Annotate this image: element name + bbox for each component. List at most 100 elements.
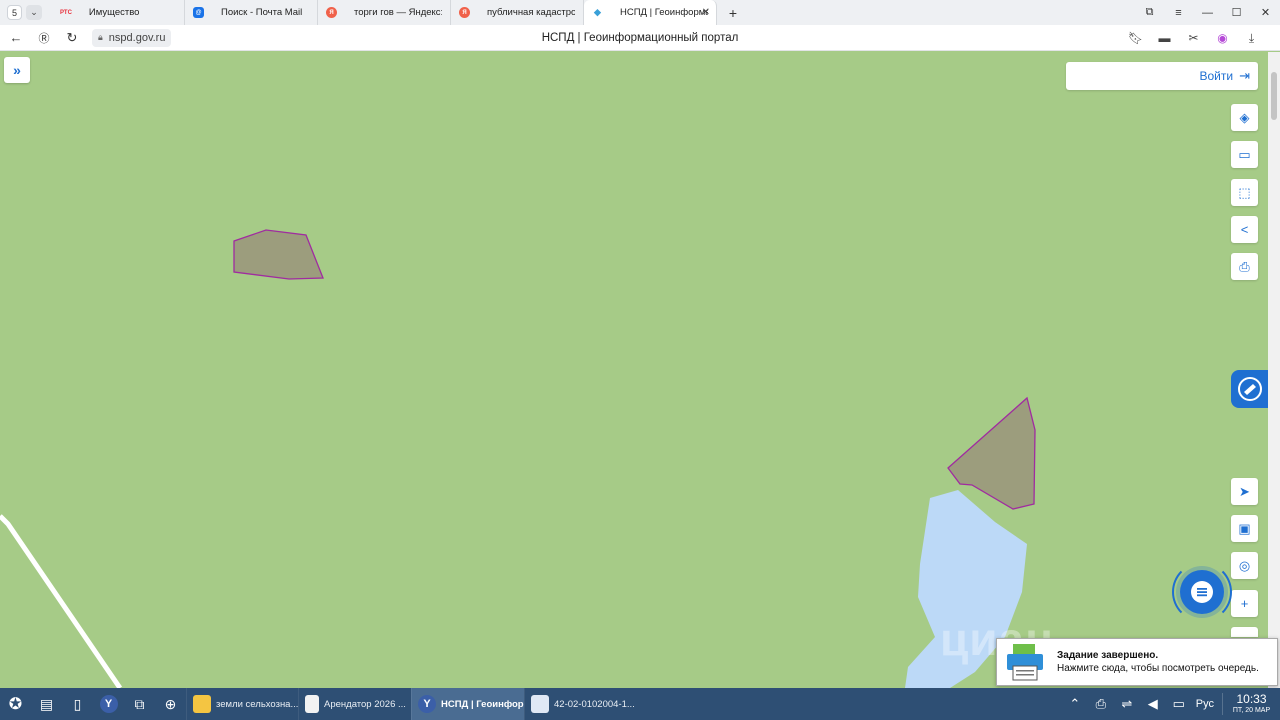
nspd-favicon-icon: ◆ (594, 7, 601, 17)
reload-icon[interactable]: ↻ (58, 25, 86, 51)
new-tab-icon[interactable]: + (723, 3, 743, 23)
back-icon[interactable]: ← (2, 25, 30, 51)
yandex-favicon-icon: Я (326, 7, 337, 18)
network-settings-icon[interactable]: ⊕ (155, 688, 186, 720)
clock[interactable]: 10:33 ПТ, 20 МАР (1222, 693, 1280, 715)
alice-icon[interactable]: ◉ (1208, 31, 1237, 45)
task-label: НСПД | Геоинфор... (441, 698, 524, 710)
pin-search-icon: ◎ (1238, 557, 1251, 573)
url-field[interactable]: 🔒︎ nspd.gov.ru (92, 28, 172, 47)
side-panel-tab[interactable] (1231, 370, 1268, 408)
land-parcel-1 (233, 229, 324, 280)
notification-title: Задание завершено. (1057, 650, 1159, 661)
notepad-icon[interactable]: ▯ (62, 688, 93, 720)
map-canvas[interactable]: циан (0, 52, 1268, 688)
share-button[interactable]: < (1231, 216, 1258, 243)
tab-label: публичная кадастровая (487, 7, 575, 18)
yandex-protect-icon[interactable]: Ⓡ (30, 25, 58, 51)
file-manager-icon[interactable]: ▤ (31, 688, 62, 720)
address-bar: ← Ⓡ ↻ 🔒︎ nspd.gov.ru НСПД | Геоинформаци… (0, 25, 1280, 51)
tab-yandex-torgi[interactable]: Я торги гов — Яндекс: нашлось (318, 0, 451, 25)
clock-date: ПТ, 20 МАР (1232, 707, 1271, 714)
tab-yandex-cadastral[interactable]: Я публичная кадастровая (451, 0, 584, 25)
folder-icon (193, 695, 211, 713)
close-window-icon[interactable]: ✕ (1251, 0, 1280, 25)
downloads-icon[interactable]: ⤓ (1237, 31, 1266, 46)
reader-mode-icon[interactable]: ▬ (1150, 31, 1179, 45)
page-scrollbar[interactable] (1268, 52, 1280, 688)
yandex-browser-icon: Y (418, 695, 436, 713)
document-icon (305, 695, 319, 713)
navigation-arrow-icon: ➤ (1239, 483, 1250, 499)
taskbar-task-image[interactable]: 42-02-0102004-1... (524, 688, 637, 720)
yandex-browser-icon[interactable]: Y (93, 688, 124, 720)
road-line (0, 514, 123, 688)
tab-label: НСПД | Геоинформационный (620, 7, 708, 18)
system-tray: ⌃ ⎙ ⇌ ◀ ▭ Рус 10:33 ПТ, 20 МАР (1062, 688, 1280, 720)
language-indicator[interactable]: Рус (1196, 698, 1214, 710)
tab-counter[interactable]: 5 (7, 5, 22, 20)
tab-nspd[interactable]: ◆ НСПД | Геоинформационный ✕ (584, 0, 717, 25)
task-label: Арендатор 2026 ... (324, 698, 406, 710)
bookmark-icon[interactable]: 🔖︎ (1121, 31, 1150, 45)
start-menu-icon[interactable]: ✪ (0, 688, 31, 720)
tab-property[interactable]: РТС Имущество (52, 0, 185, 25)
tab-manager-icon[interactable]: ⧉ (1135, 0, 1164, 25)
feedback-icon (1237, 377, 1262, 401)
location-search-button[interactable]: ◎ (1231, 552, 1258, 579)
expand-panel-button[interactable]: » (4, 57, 30, 83)
chat-icon (1191, 581, 1213, 603)
login-icon: ⇥ (1239, 68, 1250, 83)
chat-button[interactable] (1180, 570, 1224, 614)
map-terrain (0, 229, 1036, 688)
scrollbar-thumb[interactable] (1271, 72, 1277, 120)
tab-label: торги гов — Яндекс: нашлось (354, 7, 442, 18)
clock-time: 10:33 (1236, 692, 1267, 706)
maximize-icon[interactable]: ☐ (1222, 0, 1251, 25)
taskbar-task-document[interactable]: Арендатор 2026 ... (298, 688, 411, 720)
rts-favicon-icon: РТС (60, 9, 72, 16)
ruler-button[interactable]: ▭ (1231, 141, 1258, 168)
window-switcher-icon[interactable]: ⧉ (124, 688, 155, 720)
double-chevron-right-icon: » (13, 62, 21, 78)
geolocation-button[interactable]: ➤ (1231, 478, 1258, 505)
print-icon: ⎙ (1239, 258, 1250, 274)
image-viewer-icon (531, 695, 549, 713)
zoom-in-button[interactable]: + (1231, 590, 1258, 617)
menu-icon[interactable]: ≡ (1164, 0, 1193, 25)
yandex-favicon-icon: Я (459, 7, 470, 18)
minimize-icon[interactable]: — (1193, 0, 1222, 25)
task-label: 42-02-0102004-1... (554, 698, 635, 710)
tabs-dropdown-icon[interactable]: ⌄ (26, 5, 42, 20)
page-title: НСПД | Геоинформационный портал (541, 31, 739, 44)
tab-mail-search[interactable]: @ Поиск - Почта Mail (185, 0, 318, 25)
browser-tab-strip: 5 ⌄ РТС Имущество @ Поиск - Почта Mail Я… (0, 0, 1280, 25)
select-area-button[interactable]: ⬚ (1231, 179, 1258, 206)
ruler-icon: ▭ (1238, 146, 1251, 162)
lock-icon: 🔒︎ (98, 32, 103, 42)
select-area-icon: ⬚ (1238, 184, 1251, 200)
notification-body: Нажмите сюда, чтобы посмотреть очередь. (1057, 663, 1259, 674)
extensions-icon[interactable]: ✂ (1179, 31, 1208, 45)
display-icon[interactable]: ▭ (1166, 696, 1192, 712)
print-button[interactable]: ⎙ (1231, 253, 1258, 280)
printer-icon (1003, 642, 1047, 682)
url-text: nspd.gov.ru (108, 31, 166, 44)
tray-expand-icon[interactable]: ⌃ (1062, 696, 1088, 712)
taskbar-task-folder[interactable]: земли сельхозна... (186, 688, 298, 720)
network-icon[interactable]: ⇌ (1114, 696, 1140, 712)
tab-close-icon[interactable]: ✕ (702, 7, 710, 18)
tab-label: Поиск - Почта Mail (221, 7, 303, 18)
taskbar: ✪ ▤ ▯ Y ⧉ ⊕ земли сельхозна... Арендатор… (0, 688, 1280, 720)
layers-icon: ◈ (1239, 109, 1250, 125)
zoom-out-button[interactable] (1231, 627, 1258, 637)
layers-button[interactable]: ◈ (1231, 104, 1258, 131)
land-parcel-2 (947, 396, 1036, 510)
tab-label: Имущество (88, 7, 140, 18)
printer-tray-icon[interactable]: ⎙ (1088, 696, 1114, 712)
volume-icon[interactable]: ◀ (1140, 696, 1166, 712)
minimap-button[interactable]: ▣ (1231, 515, 1258, 542)
print-notification[interactable]: Задание завершено. Нажмите сюда, чтобы п… (996, 638, 1278, 686)
login-button[interactable]: Войти ⇥ (1066, 62, 1258, 90)
taskbar-task-browser[interactable]: Y НСПД | Геоинфор... (411, 688, 524, 720)
